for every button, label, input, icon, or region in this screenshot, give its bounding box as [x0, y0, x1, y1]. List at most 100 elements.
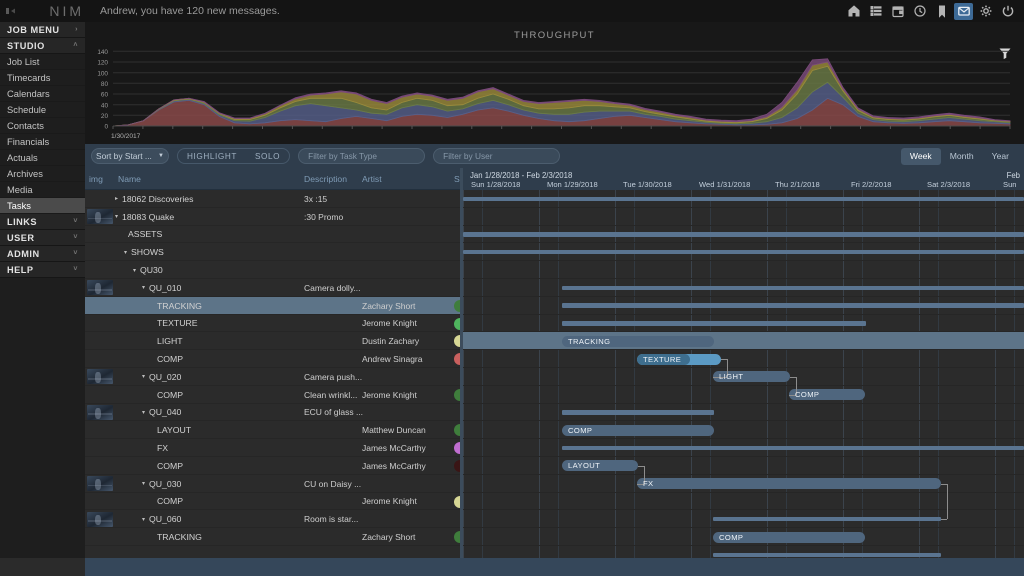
gantt-row[interactable] [463, 261, 1024, 279]
gantt-row[interactable] [463, 190, 1024, 208]
gantt-task-bar[interactable]: COMP [713, 531, 865, 543]
gantt-row[interactable]: COMP [463, 421, 1024, 440]
sidebar-item-archives[interactable]: Archives [0, 166, 85, 182]
gantt-row[interactable] [463, 546, 1024, 558]
timescale-week-button[interactable]: Week [900, 147, 941, 165]
expand-arrow-icon[interactable]: ▾ [142, 284, 145, 291]
table-row[interactable]: ▾ 18083 Quake:30 Promo [85, 207, 460, 226]
gantt-row[interactable]: COMP [463, 528, 1024, 546]
gantt-row[interactable] [463, 297, 1024, 315]
table-row[interactable]: ▾ SHOWS [85, 243, 460, 262]
gantt-task-bar[interactable]: COMP [562, 424, 714, 436]
sort-dropdown[interactable]: Sort by Start ... ▼ [91, 148, 169, 164]
gantt-summary-bar[interactable] [562, 321, 866, 326]
clock-icon[interactable] [910, 3, 929, 20]
gantt-summary-bar[interactable] [463, 232, 1024, 237]
sidebar-group-help[interactable]: HELP ˅ [0, 262, 85, 278]
gantt-row[interactable] [463, 404, 1024, 422]
mail-icon[interactable] [954, 2, 973, 20]
power-icon[interactable] [998, 3, 1017, 20]
table-row[interactable]: COMPAndrew SinagraNOT STARTED [85, 350, 460, 368]
home-icon[interactable] [844, 3, 863, 20]
sidebar-group-job-menu[interactable]: JOB MENU › [0, 22, 85, 38]
table-row[interactable]: COMPClean wrinkl...Jerome KnightCOMPLETE… [85, 385, 460, 404]
gantt-row[interactable] [463, 315, 1024, 333]
gear-icon[interactable] [976, 3, 995, 20]
gantt-row[interactable] [463, 439, 1024, 457]
table-row[interactable]: FXJames McCarthyKICKBACK [85, 439, 460, 457]
gantt-task-bar[interactable]: FX [637, 478, 941, 490]
timescale-month-button[interactable]: Month [941, 148, 983, 165]
table-row[interactable]: TRACKINGZachary ShortCOMPLETED [85, 296, 460, 315]
expand-arrow-icon[interactable]: ▾ [115, 213, 118, 220]
timescale-year-button[interactable]: Year [983, 148, 1018, 165]
sidebar-item-job-list[interactable]: Job List [0, 54, 85, 70]
calendar-icon[interactable] [888, 3, 907, 20]
sidebar-item-schedule[interactable]: Schedule [0, 102, 85, 118]
gantt-summary-bar[interactable] [463, 249, 1024, 255]
column-header-img[interactable]: img [89, 168, 103, 190]
table-row[interactable]: LAYOUTMatthew DuncanCOMPLETED [85, 421, 460, 440]
gantt-row[interactable] [463, 226, 1024, 244]
gantt-summary-bar[interactable] [713, 516, 941, 522]
gantt-summary-bar[interactable] [463, 196, 1024, 201]
gantt-row[interactable]: LIGHT [463, 368, 1024, 386]
collapse-icon[interactable] [0, 0, 22, 22]
gantt-task-bar[interactable]: LAYOUT [562, 460, 638, 472]
sidebar-item-contacts[interactable]: Contacts [0, 118, 85, 134]
sidebar-group-links[interactable]: LINKS ˅ [0, 214, 85, 230]
gantt-row[interactable] [463, 279, 1024, 297]
sidebar-group-studio[interactable]: STUDIO ˄ [0, 38, 85, 54]
sidebar-group-admin[interactable]: ADMIN ˅ [0, 246, 85, 262]
expand-arrow-icon[interactable]: ▾ [142, 516, 145, 523]
table-row[interactable]: ▾ QU_060 Room is star... [85, 510, 460, 529]
expand-arrow-icon[interactable]: ▾ [142, 480, 145, 487]
sidebar-group-user[interactable]: USER ˅ [0, 230, 85, 246]
sidebar-item-actuals[interactable]: Actuals [0, 150, 85, 166]
column-header-description[interactable]: Description [304, 168, 347, 190]
table-row[interactable]: TEXTUREJerome KnightREVIEW [85, 314, 460, 333]
gantt-row[interactable]: LAYOUT [463, 457, 1024, 475]
gantt-summary-bar[interactable] [562, 445, 1024, 451]
filter-task-type-input[interactable]: Filter by Task Type [298, 148, 426, 164]
gantt-summary-bar[interactable] [562, 303, 1024, 308]
expand-arrow-icon[interactable]: ▸ [115, 195, 118, 202]
gantt-row[interactable]: COMP [463, 386, 1024, 404]
expand-arrow-icon[interactable]: ▾ [142, 409, 145, 416]
gantt-task-bar[interactable]: LIGHT [713, 371, 790, 383]
gantt-task-bar[interactable]: TRACKING [562, 335, 714, 347]
expand-arrow-icon[interactable]: ▾ [133, 267, 136, 274]
gantt-task-bar[interactable]: TEXTURE [637, 353, 721, 365]
sidebar-item-timecards[interactable]: Timecards [0, 70, 85, 86]
gantt-summary-bar[interactable] [713, 552, 941, 557]
gantt-row[interactable] [463, 208, 1024, 226]
gantt-task-bar[interactable]: COMP [789, 389, 865, 401]
expand-arrow-icon[interactable]: ▾ [124, 249, 127, 256]
table-row[interactable]: ▾ QU_040 ECU of glass ... [85, 403, 460, 422]
filter-user-input[interactable]: Filter by User [433, 148, 561, 164]
gantt-row[interactable]: TEXTURE [463, 350, 1024, 368]
column-header-name[interactable]: Name [118, 168, 141, 190]
gantt-summary-bar[interactable] [562, 410, 714, 415]
gantt-row[interactable] [463, 510, 1024, 529]
gantt-row[interactable] [463, 243, 1024, 262]
sidebar-item-calendars[interactable]: Calendars [0, 86, 85, 102]
gantt-row[interactable]: TRACKING [463, 332, 1024, 351]
sidebar-item-media[interactable]: Media [0, 182, 85, 198]
table-row[interactable]: ▾ QU_010 Camera dolly... [85, 278, 460, 297]
sidebar-item-tasks[interactable]: Tasks [0, 198, 85, 214]
table-row[interactable]: ▾ QU30 [85, 261, 460, 279]
table-row[interactable]: COMPJerome KnightIN PROGRESS [85, 492, 460, 511]
table-row[interactable]: TRACKINGZachary ShortCOMPLETED [85, 528, 460, 546]
table-row[interactable]: ▾ QU_020 Camera push... [85, 367, 460, 386]
table-row[interactable]: ▸ 18062 Discoveries 3x :15 [85, 190, 460, 208]
table-row[interactable]: ▾ QU_030 CU on Daisy ... [85, 474, 460, 493]
table-row[interactable]: LIGHTDustin ZacharyIN PROGRESS [85, 332, 460, 351]
column-header-artist[interactable]: Artist [362, 168, 382, 190]
gantt-summary-bar[interactable] [562, 285, 1024, 290]
expand-arrow-icon[interactable]: ▾ [142, 373, 145, 380]
solo-button[interactable]: SOLO [246, 149, 289, 163]
table-row[interactable]: ASSETS [85, 225, 460, 244]
highlight-button[interactable]: HIGHLIGHT [178, 149, 246, 163]
list-icon[interactable] [866, 3, 885, 20]
